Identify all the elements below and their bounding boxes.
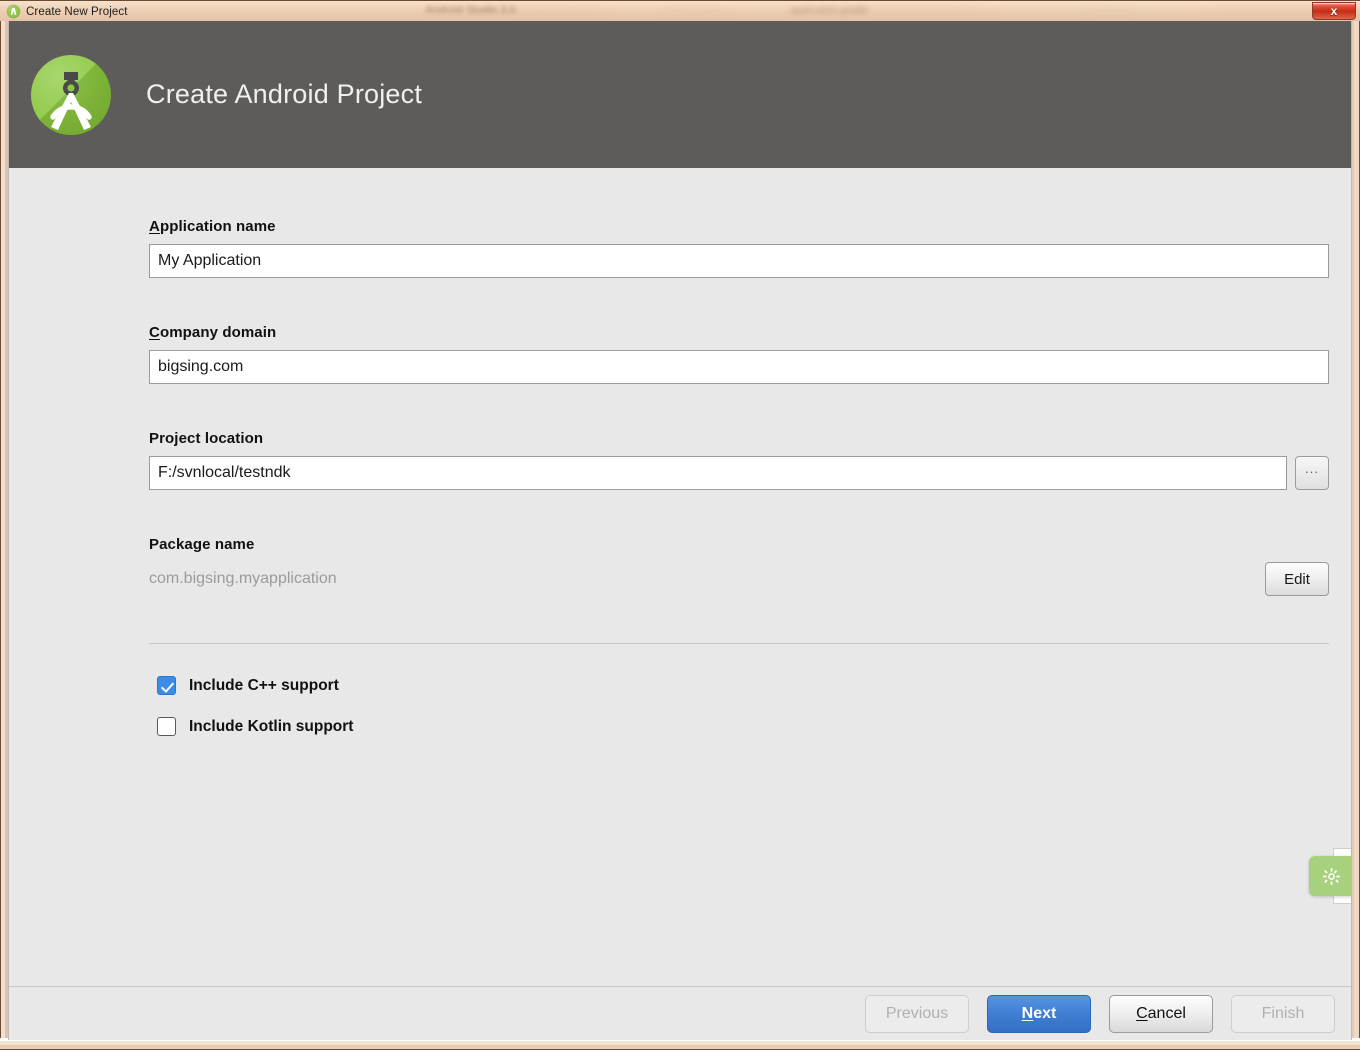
project-location-input[interactable]: F:/svnlocal/testndk — [149, 456, 1287, 490]
finish-button[interactable]: Finish — [1231, 995, 1335, 1033]
cancel-button[interactable]: Cancel — [1109, 995, 1213, 1033]
include-cpp-support-checkbox[interactable] — [157, 676, 176, 695]
include-cpp-support-row[interactable]: Include C++ support — [157, 676, 339, 695]
cancel-button-label: Cancel — [1136, 1005, 1186, 1023]
company-domain-input[interactable]: bigsing.com — [149, 350, 1329, 384]
package-name-value: com.bigsing.myapplication — [149, 570, 337, 588]
project-location-value: F:/svnlocal/testndk — [158, 464, 291, 482]
create-project-dialog: Create Android Project Application name … — [8, 21, 1352, 1040]
browse-folder-button[interactable]: ... — [1295, 456, 1329, 490]
edit-button-label: Edit — [1284, 571, 1310, 588]
application-name-label: Application name — [149, 218, 1329, 235]
package-name-group: Package name com.bigsing.myapplication E… — [149, 536, 1329, 596]
android-studio-logo — [31, 55, 111, 135]
window-titlebar[interactable]: Android Studio 3.0 application.gradle Cr… — [0, 0, 1360, 21]
application-name-value: My Application — [158, 252, 261, 270]
window-title: Create New Project — [26, 6, 128, 18]
dialog-footer: Previous Next Cancel Finish — [9, 987, 1352, 1040]
settings-gear-button[interactable] — [1309, 856, 1352, 896]
application-name-mnemonic: A — [149, 218, 160, 235]
company-domain-mnemonic: C — [149, 324, 160, 341]
edit-package-button[interactable]: Edit — [1265, 562, 1329, 596]
include-kotlin-support-row[interactable]: Include Kotlin support — [157, 717, 353, 736]
close-icon: x — [1331, 5, 1338, 17]
company-domain-group: Company domain bigsing.com — [149, 324, 1329, 384]
dialog-body: Application name My Application Company … — [9, 168, 1352, 1040]
android-studio-icon — [7, 5, 20, 18]
options-separator — [149, 643, 1329, 644]
include-kotlin-support-label: Include Kotlin support — [189, 718, 353, 736]
application-name-input[interactable]: My Application — [149, 244, 1329, 278]
company-domain-value: bigsing.com — [158, 358, 243, 376]
project-location-group: Project location F:/svnlocal/testndk ... — [149, 430, 1329, 490]
application-name-group: Application name My Application — [149, 218, 1329, 278]
previous-button-label: Previous — [886, 1005, 948, 1023]
finish-button-label: Finish — [1262, 1005, 1305, 1023]
page-title: Create Android Project — [146, 79, 422, 110]
close-button[interactable]: x — [1312, 2, 1356, 20]
next-button-label: Next — [1022, 1005, 1057, 1023]
gear-icon — [1321, 866, 1342, 887]
background-ghost-text-1: Android Studio 3.0 — [425, 4, 516, 16]
package-name-label: Package name — [149, 536, 1329, 553]
dialog-window: Android Studio 3.0 application.gradle Cr… — [0, 0, 1360, 1050]
titlebar-left-group: Create New Project — [7, 1, 128, 21]
include-cpp-support-label: Include C++ support — [189, 677, 339, 695]
previous-button[interactable]: Previous — [865, 995, 969, 1033]
package-name-row: com.bigsing.myapplication Edit — [149, 562, 1329, 596]
background-ghost-text-2: application.gradle — [790, 5, 868, 16]
include-kotlin-support-checkbox[interactable] — [157, 717, 176, 736]
project-location-label: Project location — [149, 430, 1329, 447]
project-location-row: F:/svnlocal/testndk ... — [149, 456, 1329, 490]
next-button[interactable]: Next — [987, 995, 1091, 1033]
company-domain-label: Company domain — [149, 324, 1329, 341]
dialog-header: Create Android Project — [9, 21, 1352, 168]
